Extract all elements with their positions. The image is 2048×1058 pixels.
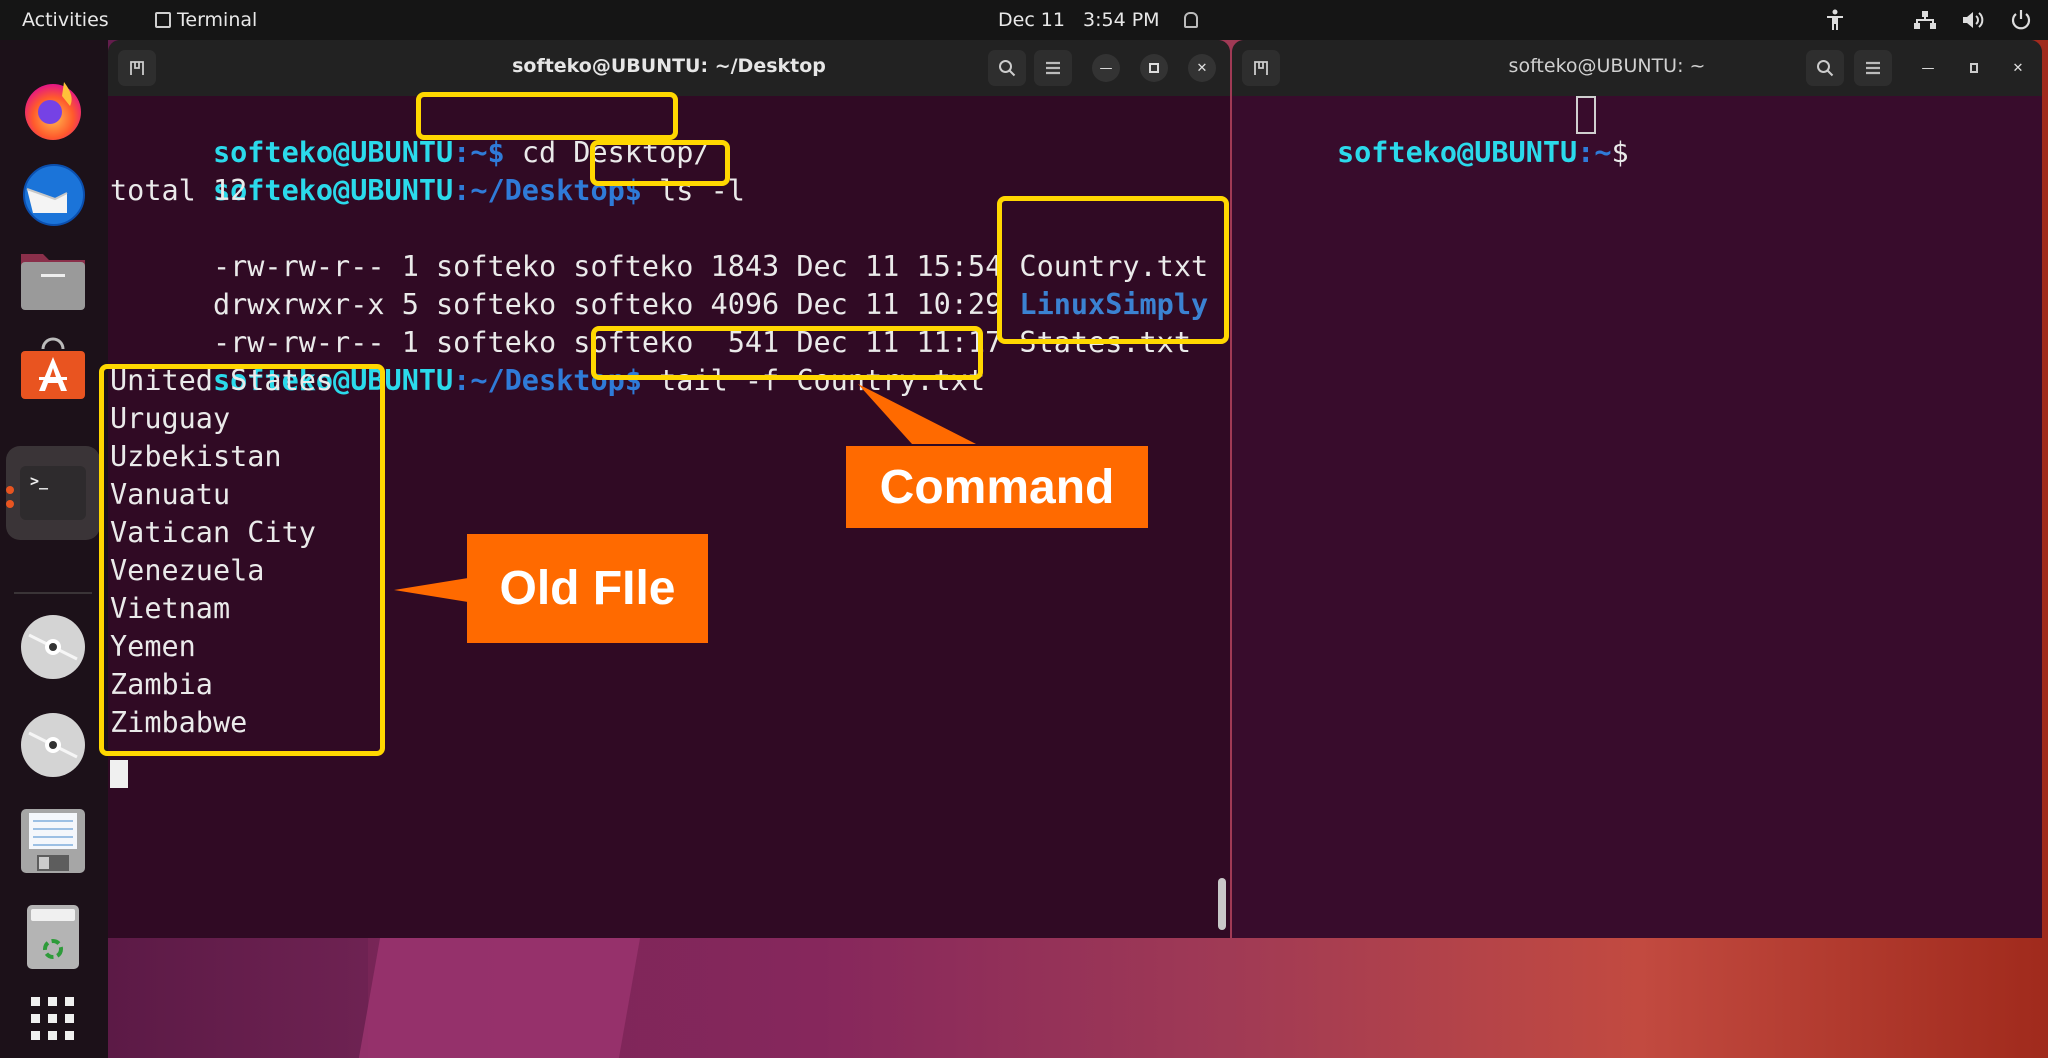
window-title: softeko@UBUNTU: ~	[1508, 55, 1706, 77]
scrollbar[interactable]	[1218, 878, 1226, 930]
minimize-button[interactable]: —	[1914, 54, 1942, 82]
minimize-button[interactable]: —	[1092, 54, 1120, 82]
network-icon[interactable]	[1912, 6, 1938, 34]
output-line: total 12	[110, 174, 248, 207]
close-icon: ✕	[1196, 60, 1208, 76]
clock-time: 3:54 PM	[1082, 9, 1160, 31]
terminal-icon: >_	[20, 466, 86, 520]
dock-item-disc-1[interactable]	[16, 610, 90, 684]
close-button[interactable]: ✕	[2004, 54, 2032, 82]
dock-item-thunderbird[interactable]	[16, 158, 90, 232]
dock-item-firefox[interactable]	[16, 72, 90, 146]
dock-item-trash[interactable]	[16, 900, 90, 974]
prompt-path: :~	[1577, 136, 1612, 169]
text-cursor	[110, 760, 128, 788]
terminal-icon	[155, 12, 171, 28]
dock-item-show-applications[interactable]	[16, 982, 90, 1056]
prompt-user: softeko@UBUNTU	[212, 174, 454, 207]
maximize-button[interactable]	[1140, 54, 1168, 82]
dock-item-disc-2[interactable]	[16, 708, 90, 782]
text-cursor	[1576, 96, 1596, 134]
highlight-file-list	[997, 196, 1229, 344]
menu-button[interactable]	[1034, 50, 1072, 86]
dock-item-save[interactable]	[16, 804, 90, 878]
terminal-window-home[interactable]: softeko@UBUNTU: ~ — ✕ softeko@UBUNTU:~$	[1232, 40, 2042, 938]
files-icon	[21, 254, 85, 310]
minimize-icon: —	[1921, 60, 1935, 76]
search-icon	[1817, 60, 1834, 77]
dock-item-ubuntu-software[interactable]	[16, 330, 90, 404]
prompt-user: softeko@UBUNTU	[1336, 136, 1578, 169]
dock-item-files[interactable]	[16, 244, 90, 318]
notification-bell-icon	[1183, 12, 1198, 28]
clock-date: Dec 11	[998, 9, 1065, 31]
menu-button[interactable]	[1854, 50, 1892, 86]
wallpaper-stripe	[108, 930, 368, 1058]
close-button[interactable]: ✕	[1188, 54, 1216, 82]
search-button[interactable]	[988, 50, 1026, 86]
maximize-icon	[1970, 63, 1978, 73]
terminal-header: softeko@UBUNTU: ~ — ✕	[1232, 40, 2042, 96]
wallpaper-stripe	[358, 930, 642, 1058]
activities-button[interactable]: Activities	[22, 9, 109, 31]
terminal-output[interactable]: softeko@UBUNTU:~$	[1232, 96, 2042, 938]
highlight-old-file-content	[99, 364, 385, 756]
search-button[interactable]	[1806, 50, 1844, 86]
disc-icon	[21, 615, 85, 679]
maximize-button[interactable]	[1960, 54, 1988, 82]
disc-icon	[21, 713, 85, 777]
old-file-callout: Old FIle	[467, 534, 708, 643]
accessibility-icon[interactable]	[1822, 6, 1848, 34]
hamburger-menu-icon	[1866, 61, 1880, 75]
floppy-icon	[21, 809, 85, 873]
system-tray[interactable]	[1822, 6, 2034, 34]
hamburger-menu-icon	[1046, 61, 1060, 75]
dock: >_	[0, 40, 108, 1058]
highlight-ls-command	[590, 140, 730, 186]
trash-icon	[27, 905, 79, 969]
clock[interactable]: Dec 11 3:54 PM	[998, 9, 1198, 31]
dock-item-terminal[interactable]: >_	[6, 446, 100, 540]
close-icon: ✕	[2012, 60, 2024, 76]
highlight-tail-command	[591, 326, 983, 380]
app-store-icon	[21, 337, 85, 399]
app-menu[interactable]: Terminal	[155, 9, 257, 31]
prompt-symbol: $	[1611, 136, 1646, 169]
search-icon	[999, 60, 1016, 77]
volume-icon[interactable]	[1960, 6, 1986, 34]
running-indicator	[6, 486, 14, 494]
power-icon[interactable]	[2008, 6, 2034, 34]
command-callout: Command	[846, 446, 1148, 528]
terminal-header: softeko@UBUNTU: ~/Desktop — ✕	[108, 40, 1230, 96]
running-indicator	[6, 500, 14, 508]
firefox-icon	[25, 82, 81, 140]
app-grid-icon	[31, 997, 74, 1040]
dock-separator	[14, 592, 92, 594]
highlight-cd-command	[416, 92, 678, 140]
top-bar: Activities Terminal Dec 11 3:54 PM	[0, 0, 2048, 40]
thunderbird-icon	[23, 164, 85, 226]
minimize-icon: —	[1099, 60, 1113, 76]
maximize-icon	[1149, 63, 1159, 73]
app-menu-label: Terminal	[177, 9, 258, 31]
